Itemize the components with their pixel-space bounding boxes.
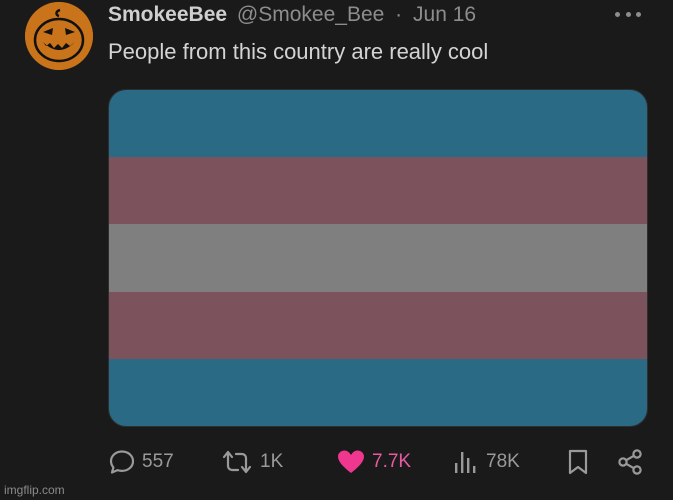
repost-count: 1K xyxy=(260,451,284,472)
analytics-icon xyxy=(455,452,476,473)
view-count: 78K xyxy=(486,451,520,472)
more-dot xyxy=(615,11,620,17)
more-options-button[interactable] xyxy=(615,4,641,24)
repost-icon xyxy=(222,450,252,474)
separator-dot: · xyxy=(395,3,403,26)
handle[interactable]: @Smokee_Bee xyxy=(237,3,384,26)
more-dot xyxy=(636,11,641,17)
flag-stripe xyxy=(109,90,647,158)
avatar[interactable] xyxy=(25,2,93,70)
heart-icon xyxy=(338,450,364,473)
reply-icon xyxy=(109,450,135,474)
repost-button[interactable]: 1K xyxy=(220,447,283,477)
flag-stripe xyxy=(109,224,647,292)
share-button[interactable] xyxy=(616,447,644,477)
like-button[interactable]: 7.7K xyxy=(336,447,411,477)
flag-stripe xyxy=(109,358,647,426)
flag-stripe xyxy=(109,291,647,359)
bookmark-button[interactable] xyxy=(565,447,591,477)
jack-o-lantern-icon xyxy=(25,2,93,70)
reply-button[interactable]: 557 xyxy=(108,447,174,477)
more-dot xyxy=(625,11,631,17)
action-bar: 557 1K 7.7K 78K xyxy=(108,447,648,477)
bookmark-icon xyxy=(568,449,588,475)
reply-count: 557 xyxy=(142,451,174,472)
post-text: People from this country are really cool xyxy=(108,39,489,64)
like-count: 7.7K xyxy=(372,451,412,472)
post-date[interactable]: Jun 16 xyxy=(413,3,476,26)
share-icon xyxy=(618,449,642,475)
flag-stripe xyxy=(109,157,647,225)
post: SmokeeBee @Smokee_Bee · Jun 16 People fr… xyxy=(0,0,673,500)
post-image-flag[interactable] xyxy=(108,89,648,427)
post-header: SmokeeBee @Smokee_Bee · Jun 16 xyxy=(108,2,476,28)
watermark: imgflip.com xyxy=(4,483,65,497)
display-name[interactable]: SmokeeBee xyxy=(108,3,227,26)
views-button[interactable]: 78K xyxy=(452,447,520,477)
